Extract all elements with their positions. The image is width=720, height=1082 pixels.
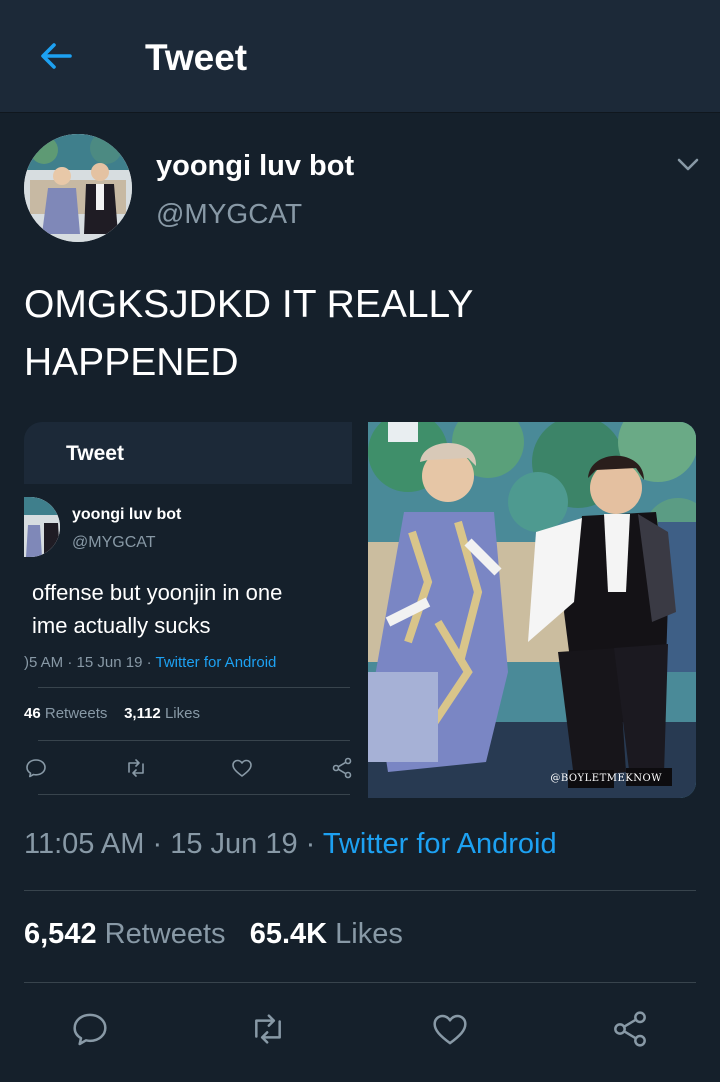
screenshot-avatar bbox=[24, 497, 60, 557]
screenshot-text-line-1: offense but yoonjin in one bbox=[32, 580, 283, 605]
user-handle[interactable]: @MYGCAT bbox=[156, 198, 302, 230]
heart-icon[interactable] bbox=[430, 1009, 470, 1049]
share-icon[interactable] bbox=[610, 1009, 650, 1049]
screenshot-display-name: yoongi luv bot bbox=[72, 506, 182, 523]
screenshot-text: offense but yoonjin in one ime actually … bbox=[24, 576, 352, 642]
retweets-label: Retweets bbox=[104, 918, 226, 950]
tweet-meta: 11:05 AM · 15 Jun 19 · Twitter for Andro… bbox=[24, 828, 557, 861]
page-title: Tweet bbox=[145, 37, 248, 78]
screenshot-header: Tweet bbox=[24, 422, 352, 484]
screenshot-like-count: 3,112 bbox=[124, 705, 161, 722]
top-bar: Tweet bbox=[0, 0, 720, 113]
screenshot-date: 15 Jun 19 bbox=[76, 654, 143, 671]
share-icon bbox=[332, 757, 352, 779]
tweet-stats: 6,542 Retweets 65.4K Likes bbox=[24, 918, 403, 951]
tweet-photo[interactable]: @BOYLETMEKNOW bbox=[368, 422, 696, 798]
retweet-count: 6,542 bbox=[24, 918, 97, 950]
screenshot-divider bbox=[38, 687, 350, 688]
display-name[interactable]: yoongi luv bot bbox=[156, 150, 354, 183]
screenshot-likes-label: Likes bbox=[164, 705, 200, 722]
retweet-icon bbox=[128, 759, 144, 777]
screenshot-retweets-label: Retweets bbox=[44, 705, 108, 722]
screenshot-meta: )5 AM · 15 Jun 19 · Twitter for Android bbox=[24, 654, 276, 671]
screenshot-divider bbox=[38, 794, 350, 795]
quoted-tweet-screenshot[interactable]: Tweet yoongi luv bot @MYGCAT offense but… bbox=[24, 422, 352, 798]
screenshot-title: Tweet bbox=[66, 442, 124, 465]
tweet-date: 15 Jun 19 bbox=[170, 828, 298, 860]
screenshot-retweet-count: 46 bbox=[24, 705, 41, 722]
avatar-image bbox=[24, 134, 132, 242]
screenshot-time: )5 AM bbox=[24, 654, 64, 671]
tweet-source-link[interactable]: Twitter for Android bbox=[323, 828, 557, 860]
screenshot-handle: @MYGCAT bbox=[72, 534, 156, 551]
tweet-time: 11:05 AM bbox=[24, 828, 145, 860]
like-count: 65.4K bbox=[249, 918, 328, 950]
heart-icon bbox=[232, 759, 252, 777]
reply-icon bbox=[26, 759, 46, 778]
likes-label: Likes bbox=[335, 918, 403, 950]
photo-image bbox=[368, 422, 696, 798]
screenshot-stats: 46 Retweets 3,112 Likes bbox=[24, 705, 200, 722]
retweet-icon[interactable] bbox=[248, 1009, 288, 1049]
divider bbox=[24, 982, 696, 983]
chevron-down-icon[interactable] bbox=[675, 152, 701, 178]
meta-separator: · bbox=[152, 828, 163, 860]
likes-stat[interactable]: 65.4K Likes bbox=[250, 918, 403, 950]
screenshot-separator: · bbox=[67, 654, 73, 671]
reply-icon[interactable] bbox=[70, 1009, 110, 1049]
photo-watermark: @BOYLETMEKNOW bbox=[550, 773, 662, 784]
tweet-text: OMGKSJDKD IT REALLY HAPPENED bbox=[24, 276, 684, 392]
screenshot-action-bar bbox=[24, 756, 352, 784]
divider bbox=[24, 890, 696, 891]
avatar[interactable] bbox=[24, 134, 132, 242]
arrow-left-icon[interactable] bbox=[36, 36, 76, 76]
meta-separator-2: · bbox=[305, 828, 316, 860]
screenshot-divider bbox=[38, 740, 350, 741]
retweets-stat[interactable]: 6,542 Retweets bbox=[24, 918, 226, 950]
tweet-text-line-1: OMGKSJDKD IT REALLY bbox=[24, 283, 474, 326]
screenshot-text-line-2: ime actually sucks bbox=[32, 613, 211, 638]
screenshot-separator-2: · bbox=[146, 654, 152, 671]
tweet-text-line-2: HAPPENED bbox=[24, 341, 239, 384]
screenshot-source: Twitter for Android bbox=[155, 654, 277, 671]
